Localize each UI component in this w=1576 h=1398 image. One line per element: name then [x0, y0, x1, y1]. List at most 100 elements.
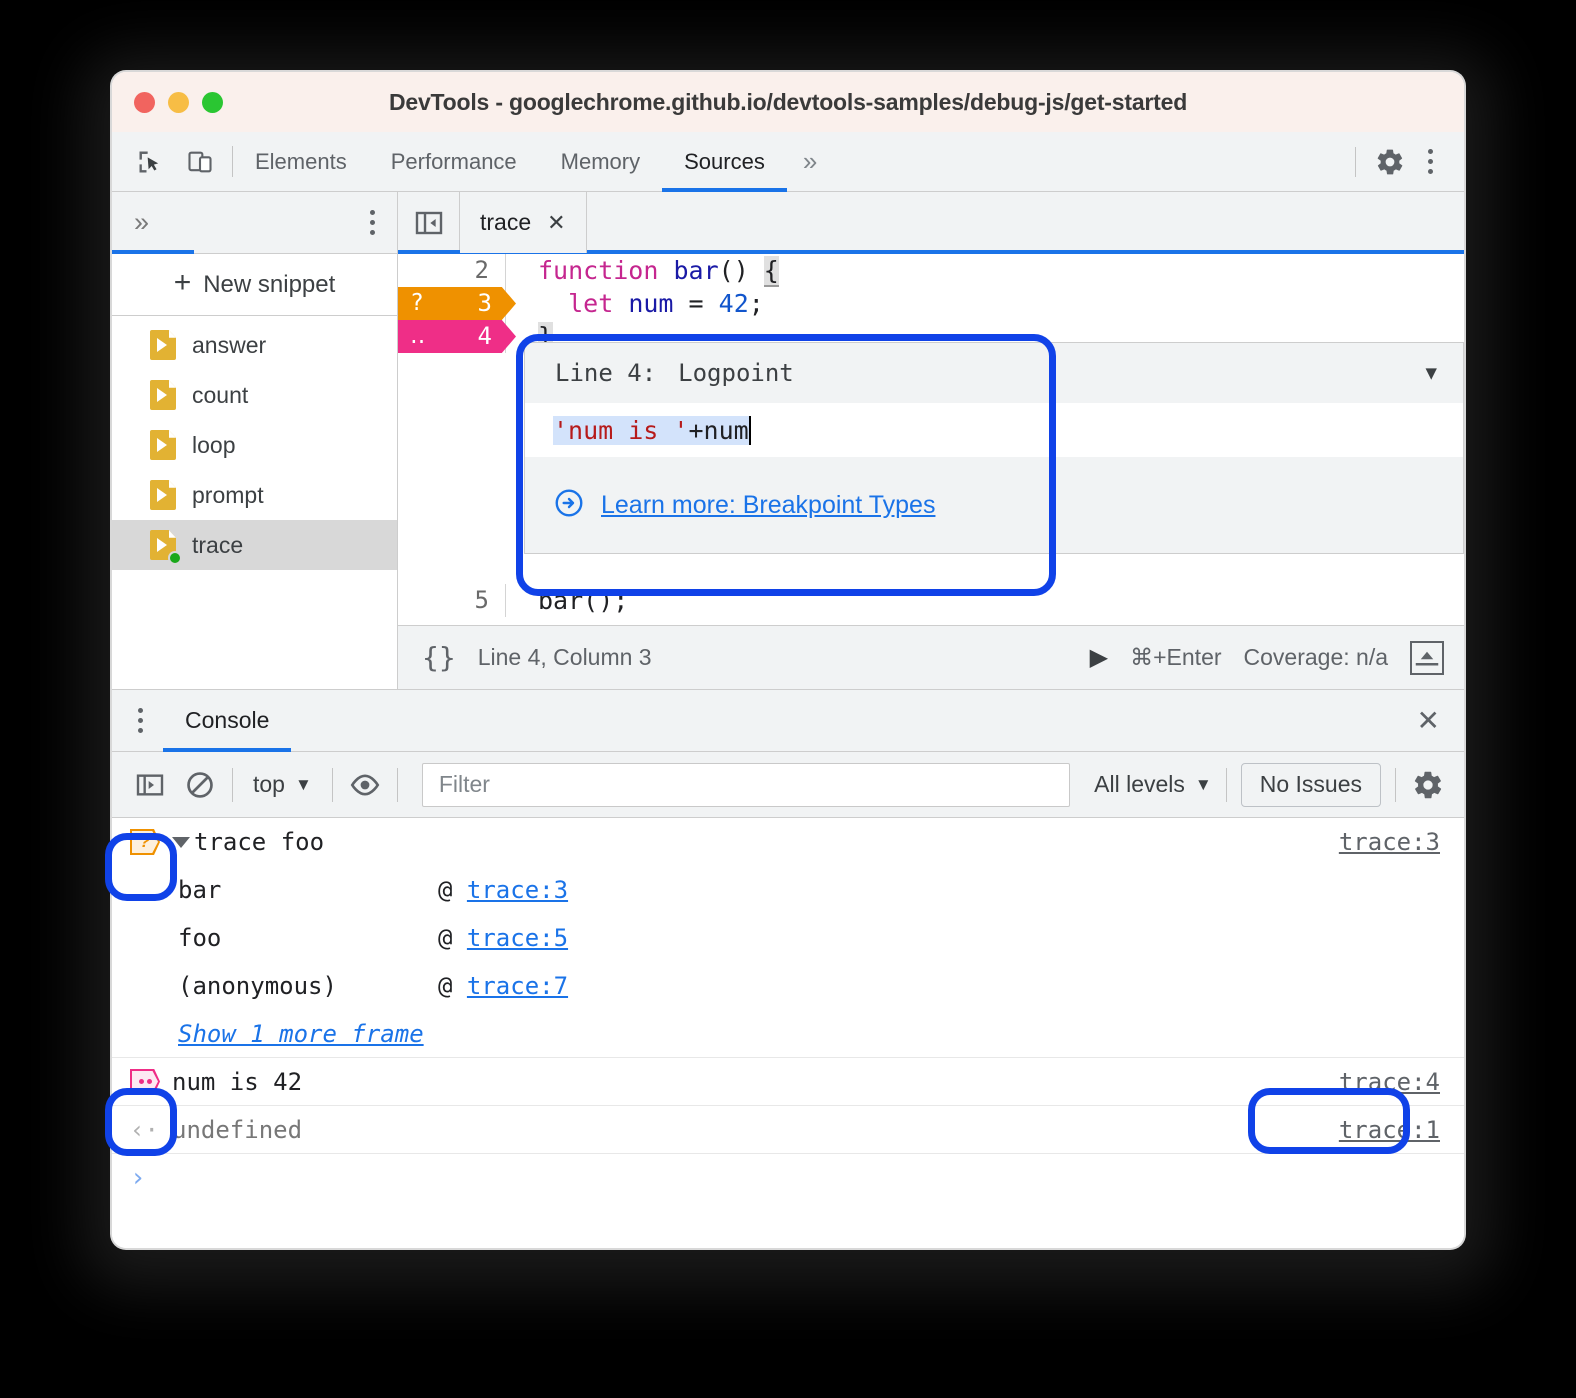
console-message-text: undefined [172, 1115, 303, 1144]
line-number: 3 [477, 289, 492, 317]
filter-placeholder: Filter [438, 771, 490, 797]
devtools-tabs: Elements Performance Memory Sources [233, 132, 787, 192]
toolbar-divider [1225, 767, 1227, 802]
snippet-label: prompt [192, 481, 264, 508]
snippet-file-icon [150, 380, 176, 410]
chevron-down-icon[interactable]: ▼ [1426, 362, 1437, 384]
close-icon[interactable]: ✕ [547, 210, 565, 236]
collapse-group-triangle-icon[interactable] [172, 836, 190, 848]
run-snippet-icon[interactable]: ▶ [1090, 643, 1108, 672]
line-number-gutter[interactable]: ? 3 [398, 287, 516, 320]
logpoint-type-label: Logpoint [678, 359, 794, 387]
toolbar-divider [331, 767, 333, 802]
logpoint-popup-footer: Learn more: Breakpoint Types [525, 457, 1463, 553]
console-drawer: Console ✕ top ▼ Filter All levels ▼ No I… [112, 690, 1464, 1248]
snippet-item-answer[interactable]: answer [112, 320, 397, 370]
code-editor[interactable]: 2 function bar() { ? 3 let num = 42; ‥ 4… [398, 254, 1464, 625]
line-number[interactable]: 5 [398, 584, 506, 617]
logpoint-expression-input[interactable]: 'num is ' + num [525, 403, 1463, 457]
devtools-tabbar: Elements Performance Memory Sources » [112, 132, 1464, 192]
navigator-more-options-kebab-icon[interactable] [366, 206, 379, 239]
navigator-overflow-chevron-icon[interactable]: » [134, 209, 149, 236]
tab-elements[interactable]: Elements [233, 132, 369, 191]
toggle-navigator-icon[interactable] [398, 192, 460, 253]
devtools-more-options-kebab-icon[interactable] [1412, 144, 1448, 180]
filter-input[interactable]: Filter [421, 762, 1071, 807]
close-drawer-icon[interactable]: ✕ [1417, 704, 1440, 737]
learn-more-breakpoint-types-link[interactable]: Learn more: Breakpoint Types [601, 491, 935, 520]
stack-frame-at: @ [438, 924, 453, 952]
tab-console[interactable]: Console [163, 690, 292, 752]
snippet-item-count[interactable]: count [112, 370, 397, 420]
plus-icon: + [173, 265, 192, 299]
logpoint-expression-operator: + [688, 415, 704, 445]
stack-frame-row: bar @ trace:3 [112, 866, 1464, 914]
drawer-more-options-kebab-icon[interactable] [134, 704, 147, 737]
logpoint-expression-string: 'num is ' [553, 415, 689, 445]
run-shortcut-label: ⌘+Enter [1130, 644, 1222, 670]
console-prompt-row[interactable]: › [112, 1154, 1464, 1202]
stack-frame-link[interactable]: trace:7 [467, 972, 568, 1000]
console-message-text: num is 42 [172, 1067, 303, 1096]
snippet-item-prompt[interactable]: prompt [112, 470, 397, 520]
conditional-breakpoint-chip[interactable]: ? 3 [398, 287, 516, 320]
devtools-left-tools [112, 132, 232, 191]
code-line-3: ? 3 let num = 42; [398, 287, 1464, 320]
execution-context-label: top [253, 771, 285, 797]
device-toolbar-icon[interactable] [182, 144, 218, 180]
editor-tabbar: trace ✕ [398, 192, 1464, 254]
console-output[interactable]: ? trace foo trace:3 bar @ trace:3 foo @ … [112, 818, 1464, 1248]
chevron-down-icon: ▼ [294, 774, 312, 794]
logpoint-mark: ‥ [410, 323, 426, 349]
new-snippet-button[interactable]: + New snippet [112, 254, 397, 316]
devtools-right-tools [1355, 132, 1464, 191]
new-snippet-label: New snippet [203, 270, 336, 298]
settings-gear-icon[interactable] [1372, 144, 1408, 180]
console-settings-gear-icon[interactable] [1410, 767, 1446, 803]
tab-performance[interactable]: Performance [369, 132, 539, 191]
console-source-link[interactable]: trace:4 [1339, 1068, 1440, 1096]
close-window-button[interactable] [134, 91, 155, 113]
tab-memory[interactable]: Memory [539, 132, 662, 191]
result-arrow-icon: ‹· [130, 1115, 159, 1144]
snippet-label: trace [192, 531, 244, 558]
stack-frame-link[interactable]: trace:3 [467, 876, 568, 904]
tabs-overflow-chevron-icon[interactable]: » [787, 132, 833, 191]
logpoint-breakpoint-chip[interactable]: ‥ 4 [398, 320, 516, 353]
sources-status-bar: {} Line 4, Column 3 ▶ ⌘+Enter Coverage: … [398, 625, 1464, 689]
toolbar-divider [232, 767, 233, 802]
execution-context-selector[interactable]: top ▼ [247, 771, 318, 798]
console-message-logpoint[interactable]: num is 42 trace:4 [112, 1058, 1464, 1106]
log-level-selector[interactable]: All levels ▼ [1094, 771, 1212, 798]
inspect-icon[interactable] [132, 144, 168, 180]
stack-frame-link[interactable]: trace:5 [467, 924, 568, 952]
minimize-window-button[interactable] [168, 91, 189, 113]
stack-frame-name: (anonymous) [178, 972, 337, 1000]
editor-file-tab-trace[interactable]: trace ✕ [460, 192, 587, 253]
console-source-link[interactable]: trace:1 [1339, 1116, 1440, 1144]
live-expression-eye-icon[interactable] [347, 767, 383, 803]
logpoint-expression-variable: num [703, 415, 749, 445]
snippet-item-trace[interactable]: trace [112, 520, 397, 570]
console-sidebar-icon[interactable] [132, 767, 168, 803]
show-more-frames-row[interactable]: Show 1 more frame [112, 1010, 1464, 1058]
sources-panel: » + New snippet answer count loop prompt… [112, 192, 1464, 690]
line-number-gutter[interactable]: ‥ 4 [398, 320, 516, 353]
show-more-frames-link[interactable]: Show 1 more frame [178, 1020, 424, 1048]
stack-frame-name: bar [178, 876, 222, 904]
code-line-text: function bar() { [538, 256, 779, 287]
line-number[interactable]: 2 [398, 254, 506, 287]
console-toolbar: top ▼ Filter All levels ▼ No Issues [112, 752, 1464, 818]
show-drawer-icon[interactable] [1410, 640, 1444, 675]
issues-button[interactable]: No Issues [1240, 762, 1381, 807]
editor-file-tab-label: trace [480, 209, 532, 235]
logpoint-editor-popup: Line 4: Logpoint ▼ 'num is ' + num Learn… [524, 342, 1464, 554]
snippet-item-loop[interactable]: loop [112, 420, 397, 470]
maximize-window-button[interactable] [202, 91, 223, 113]
pretty-print-icon[interactable]: {} [422, 641, 456, 674]
conditional-breakpoint-badge-icon: ? [130, 829, 160, 855]
tab-sources[interactable]: Sources [662, 132, 787, 192]
clear-console-icon[interactable] [182, 767, 218, 803]
console-message-trace[interactable]: ? trace foo trace:3 [112, 818, 1464, 866]
console-source-link[interactable]: trace:3 [1339, 828, 1440, 856]
